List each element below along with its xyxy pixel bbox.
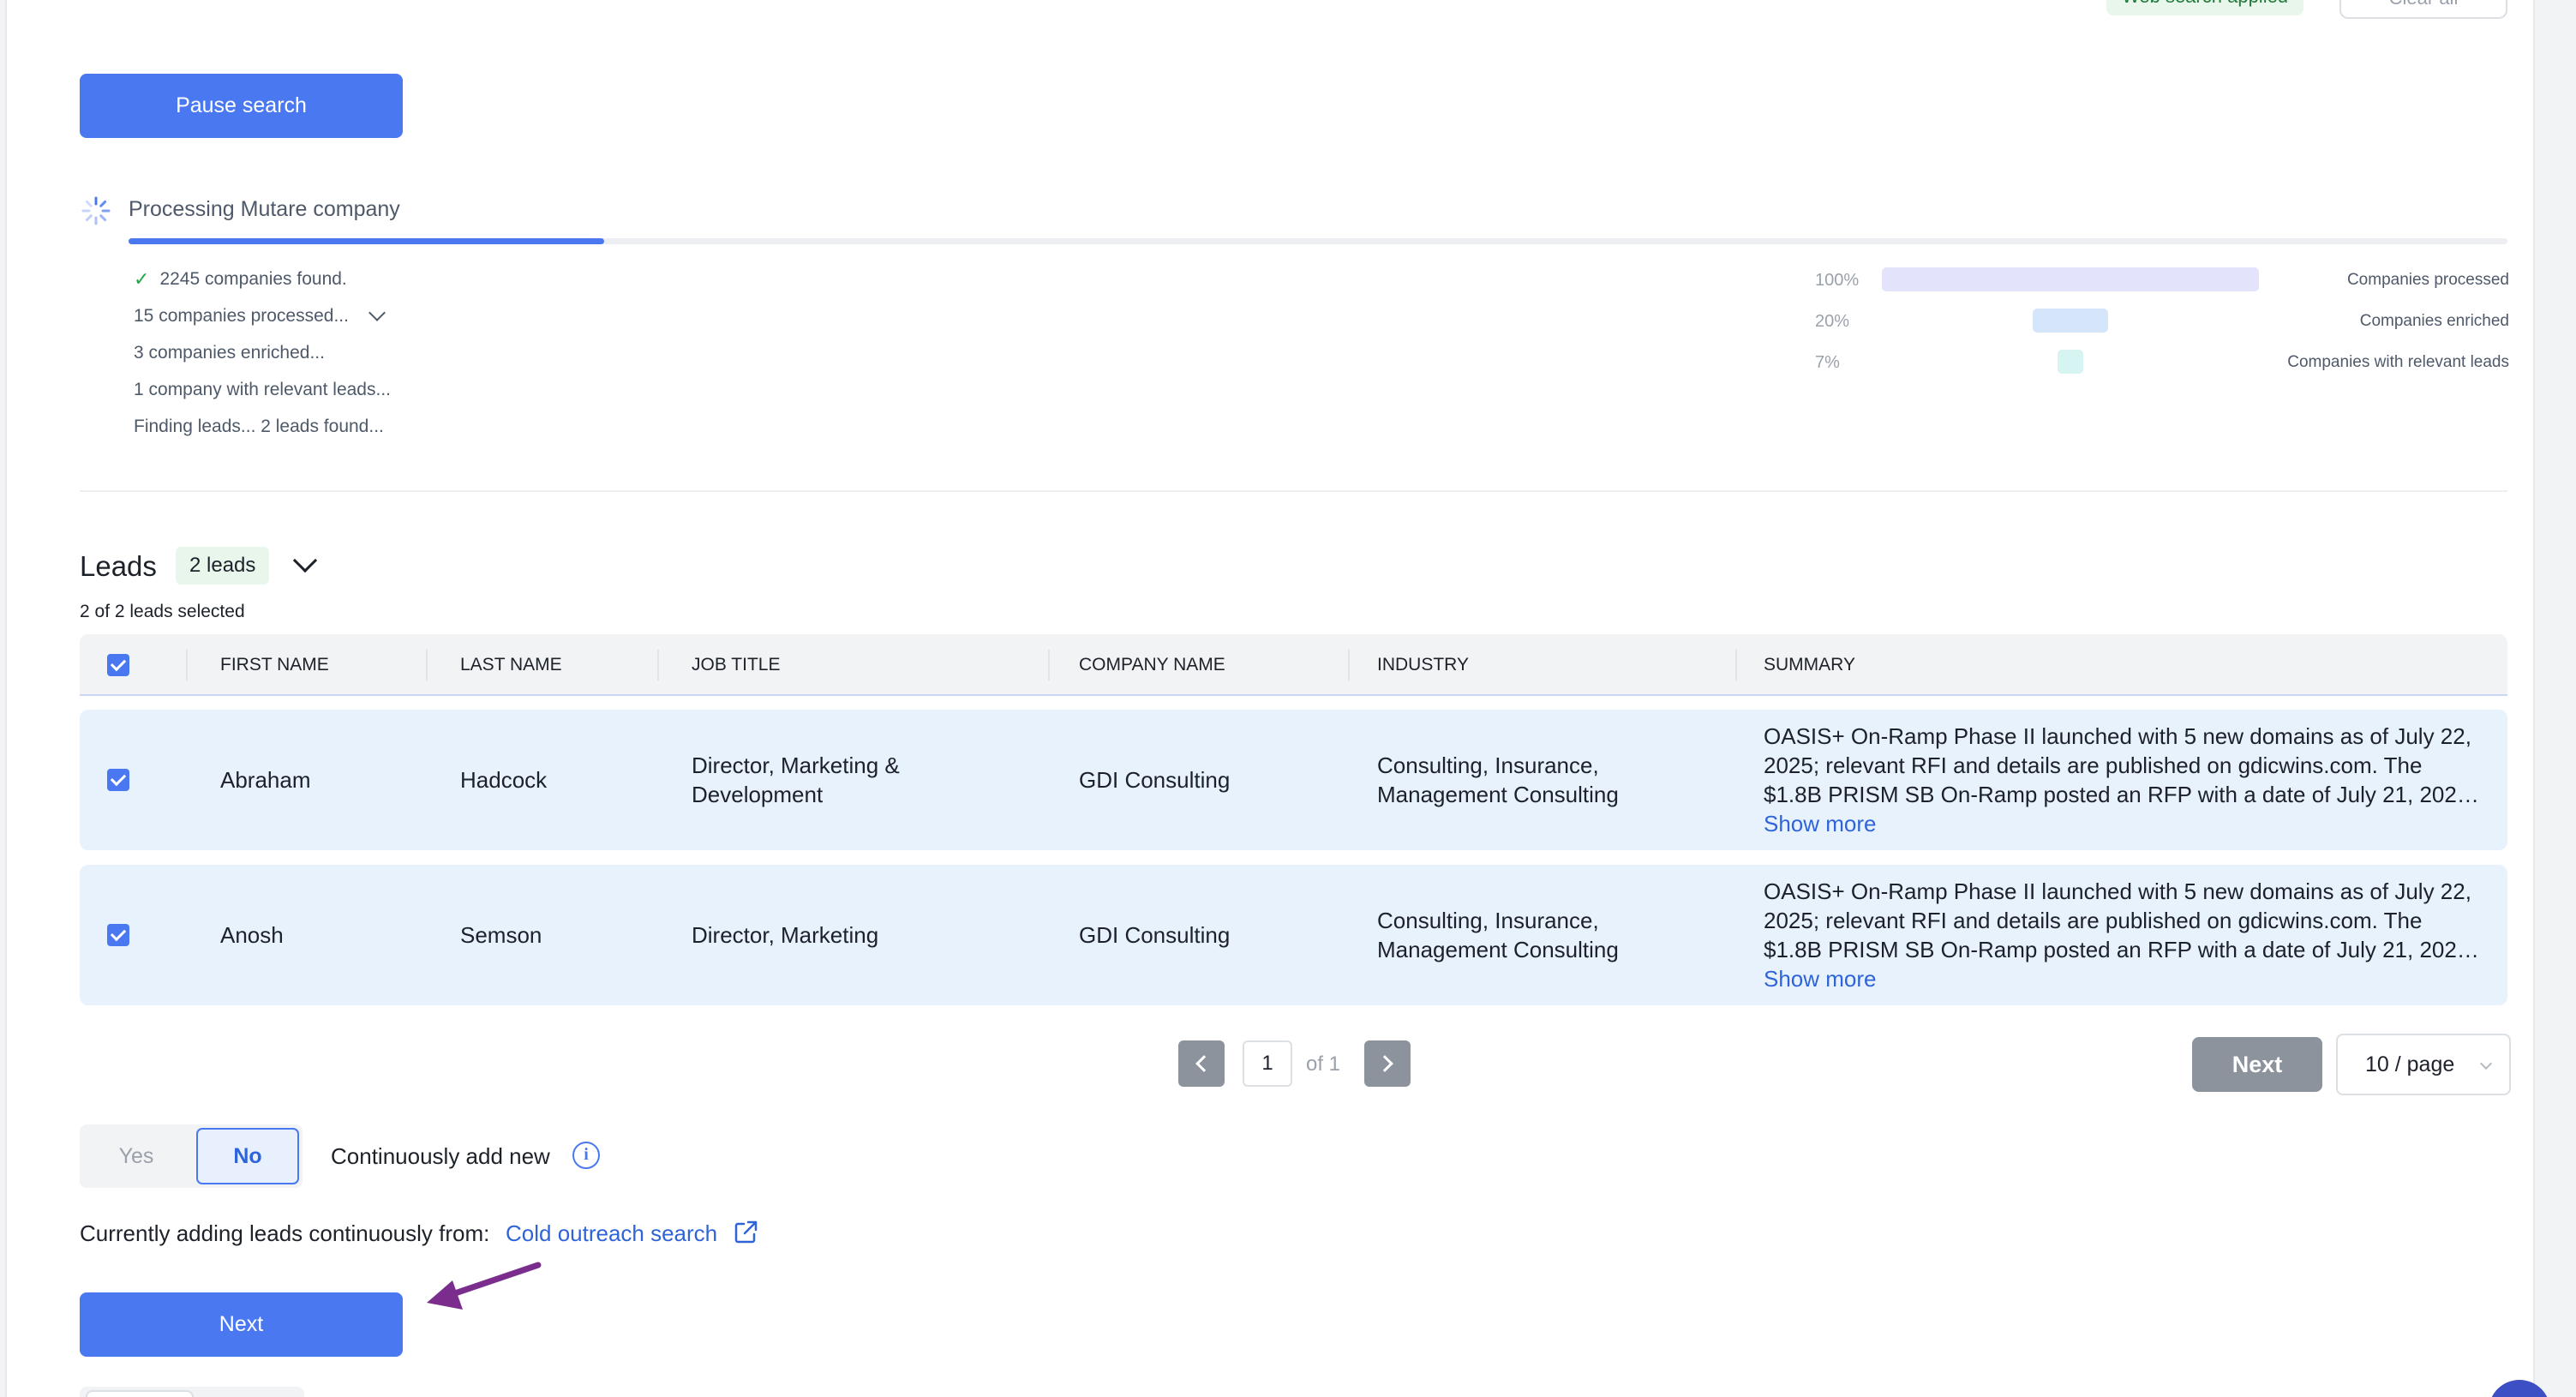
show-more-link[interactable]: Show more: [1764, 964, 2483, 993]
column-divider: [186, 650, 188, 681]
step-label: Finding leads... 2 leads found...: [134, 416, 384, 436]
cell-summary: OASIS+ On-Ramp Phase II launched with 5 …: [1764, 722, 2483, 838]
column-divider: [1348, 650, 1350, 681]
column-header-company-name[interactable]: COMPANY NAME: [1079, 634, 1225, 696]
step-companies-found: ✓ 2245 companies found.: [134, 261, 391, 297]
info-icon[interactable]: i: [572, 1142, 600, 1169]
column-header-industry[interactable]: INDUSTRY: [1377, 634, 1469, 696]
continuous-label: Continuously add new: [331, 1143, 550, 1169]
row-checkbox[interactable]: [107, 769, 129, 791]
processing-title: Processing Mutare company: [129, 197, 400, 221]
cell-industry: Consulting, Insurance, Management Consul…: [1377, 908, 1619, 962]
step-companies-processed[interactable]: 15 companies processed...: [134, 297, 391, 334]
page-total: of 1: [1306, 1052, 1341, 1076]
stat-bar: [1882, 267, 2259, 291]
continuous-toggle: Yes No: [80, 1124, 303, 1188]
leads-count-badge: 2 leads: [176, 547, 270, 585]
pause-search-button[interactable]: Pause search: [80, 74, 403, 138]
stat-percent: 20%: [1815, 312, 1850, 331]
show-more-link[interactable]: Show more: [1764, 809, 2483, 838]
external-link-icon[interactable]: [732, 1219, 759, 1246]
cell-industry: Consulting, Insurance, Management Consul…: [1377, 752, 1619, 807]
progress-steps: ✓ 2245 companies found. 15 companies pro…: [134, 261, 391, 445]
cell-company-name: GDI Consulting: [1079, 922, 1231, 948]
stat-bar: [2057, 350, 2084, 374]
stat-label: Companies enriched: [2359, 312, 2509, 330]
processing-progress-bar: [129, 238, 2507, 244]
column-header-summary[interactable]: SUMMARY: [1764, 634, 1855, 696]
column-header-first-name[interactable]: FIRST NAME: [220, 634, 329, 696]
bottom-toggle-option[interactable]: [86, 1390, 194, 1397]
next-step-button[interactable]: Next: [80, 1292, 403, 1357]
annotation-arrow-icon: [427, 1262, 542, 1310]
next-page-button[interactable]: [1364, 1040, 1411, 1087]
cell-summary: OASIS+ On-Ramp Phase II launched with 5 …: [1764, 877, 2483, 993]
table-row[interactable]: Abraham Hadcock Director, Marketing & De…: [80, 710, 2507, 850]
stat-row: 7% Companies with relevant leads: [1815, 346, 2509, 387]
check-icon: ✓: [134, 267, 150, 290]
prev-page-button[interactable]: [1178, 1040, 1225, 1087]
column-divider: [1048, 650, 1050, 681]
summary-text: OASIS+ On-Ramp Phase II launched with 5 …: [1764, 878, 2476, 962]
cold-outreach-search-link[interactable]: Cold outreach search: [506, 1220, 717, 1247]
stat-percent: 100%: [1815, 271, 1860, 290]
column-header-last-name[interactable]: LAST NAME: [460, 634, 562, 696]
table-row[interactable]: Anosh Semson Director, Marketing GDI Con…: [80, 865, 2507, 1005]
select-all-checkbox[interactable]: [107, 654, 129, 676]
continuous-source-label: Currently adding leads continuously from…: [80, 1220, 490, 1246]
clear-all-button[interactable]: Clear all: [2339, 0, 2507, 19]
step-finding-leads: Finding leads... 2 leads found...: [134, 408, 391, 445]
chevron-down-icon: [2479, 1057, 2493, 1070]
stat-row: 100% Companies processed: [1815, 264, 2509, 305]
loading-spinner-icon: [81, 196, 111, 225]
stat-percent: 7%: [1815, 353, 1840, 372]
cell-first-name: Anosh: [220, 922, 284, 948]
stat-bar: [2033, 309, 2108, 333]
next-button[interactable]: Next: [2192, 1037, 2322, 1092]
column-divider: [426, 650, 428, 681]
selection-count: 2 of 2 leads selected: [80, 602, 245, 621]
chevron-left-icon: [1195, 1055, 1213, 1072]
column-header-job-title[interactable]: JOB TITLE: [692, 634, 780, 696]
toggle-no-option[interactable]: No: [196, 1128, 299, 1184]
step-relevant-leads: 1 company with relevant leads...: [134, 371, 391, 408]
step-label: 15 companies processed...: [134, 305, 349, 326]
leads-title: Leads: [80, 550, 157, 582]
cell-company-name: GDI Consulting: [1079, 767, 1231, 793]
row-checkbox[interactable]: [107, 924, 129, 946]
column-divider: [1735, 650, 1737, 681]
progress-stats: 100% Companies processed 20% Companies e…: [1815, 264, 2509, 387]
chevron-down-icon[interactable]: [368, 303, 386, 321]
stat-label: Companies with relevant leads: [2287, 353, 2509, 371]
toggle-yes-option[interactable]: Yes: [80, 1124, 193, 1188]
stat-row: 20% Companies enriched: [1815, 305, 2509, 346]
stat-label: Companies processed: [2346, 271, 2509, 289]
step-label: 2245 companies found.: [159, 268, 347, 289]
processing-progress-fill: [129, 238, 605, 244]
search-panel: Web search applied Clear all Pause searc…: [5, 0, 2535, 1397]
chevron-right-icon: [1376, 1055, 1393, 1072]
step-label: 1 company with relevant leads...: [134, 379, 391, 399]
section-divider: [80, 490, 2507, 492]
page-size-select[interactable]: 10 / page: [2336, 1034, 2511, 1095]
summary-text: OASIS+ On-Ramp Phase II launched with 5 …: [1764, 723, 2476, 807]
cell-job-title: Director, Marketing: [692, 922, 879, 948]
cell-last-name: Semson: [460, 922, 542, 948]
step-label: 3 companies enriched...: [134, 342, 325, 363]
web-search-badge: Web search applied: [2106, 0, 2304, 15]
cell-job-title: Director, Marketing & Development: [692, 752, 900, 807]
step-companies-enriched: 3 companies enriched...: [134, 334, 391, 371]
page-number[interactable]: 1: [1243, 1040, 1292, 1087]
cell-first-name: Abraham: [220, 767, 311, 793]
column-divider: [657, 650, 659, 681]
chevron-down-icon[interactable]: [292, 548, 318, 573]
cell-last-name: Hadcock: [460, 767, 548, 793]
table-header: FIRST NAME LAST NAME JOB TITLE COMPANY N…: [80, 634, 2507, 696]
page-size-value: 10 / page: [2365, 1052, 2455, 1076]
